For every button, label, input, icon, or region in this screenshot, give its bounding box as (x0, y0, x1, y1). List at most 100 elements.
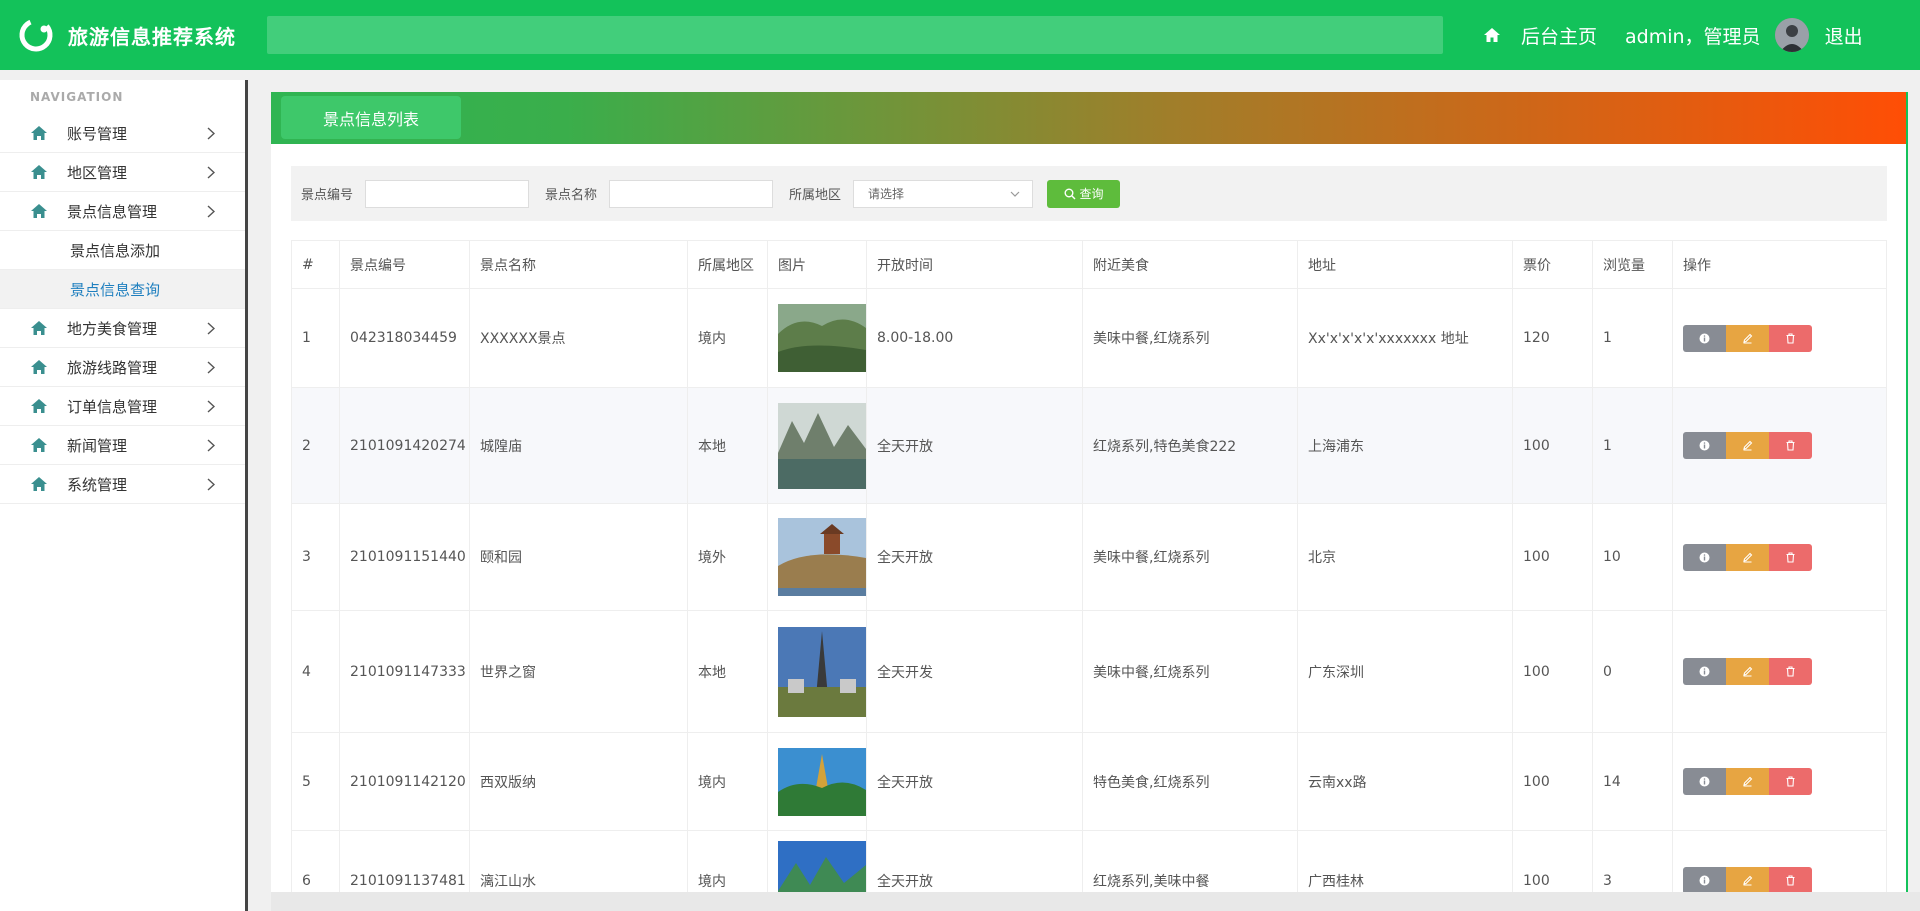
sidebar-item-food[interactable]: 地方美食管理 (0, 309, 245, 348)
region-select-placeholder: 请选择 (868, 187, 905, 201)
main-panel: 景点信息列表 景点编号 景点名称 所属地区 请选择 查询 # 景点编号 景点名称… (271, 92, 1906, 892)
avatar-icon (1774, 18, 1809, 52)
name-input[interactable] (609, 179, 774, 208)
pencil-icon (1743, 552, 1753, 562)
sidebar-item-system[interactable]: 系统管理 (0, 465, 245, 504)
code-input[interactable] (365, 179, 530, 208)
sidebar-item-region[interactable]: 地区管理 (0, 153, 245, 192)
delete-button[interactable] (1769, 432, 1812, 459)
view-button[interactable] (1683, 324, 1726, 352)
sidebar-item-order[interactable]: 订单信息管理 (0, 387, 245, 426)
scenic-thumbnail[interactable] (778, 402, 866, 489)
edit-button[interactable] (1726, 768, 1769, 795)
delete-button[interactable] (1769, 658, 1812, 685)
view-button[interactable] (1683, 867, 1726, 892)
trash-icon (1786, 666, 1795, 677)
edit-button[interactable] (1726, 324, 1769, 352)
cell-price: 100 (1512, 830, 1593, 892)
cell-views: 14 (1592, 732, 1673, 831)
query-button[interactable]: 查询 (1047, 179, 1121, 208)
cell-region: 境内 (687, 732, 768, 831)
search-bar: 景点编号 景点名称 所属地区 请选择 查询 (291, 166, 1887, 221)
cell-price: 100 (1512, 503, 1593, 611)
table-wrapper: # 景点编号 景点名称 所属地区 图片 开放时间 附近美食 地址 票价 浏览量 … (291, 240, 1887, 892)
home-icon (31, 321, 47, 335)
cell-region: 境外 (687, 503, 768, 611)
scenic-thumbnail[interactable] (778, 840, 866, 893)
tab-scenic-list[interactable]: 景点信息列表 (281, 96, 461, 139)
delete-button[interactable] (1769, 324, 1812, 352)
col-hours: 开放时间 (866, 240, 1083, 289)
chevron-right-icon (207, 205, 215, 218)
cell-actions (1672, 387, 1887, 504)
region-select[interactable]: 请选择 (853, 179, 1034, 208)
trash-icon (1786, 551, 1795, 563)
cell-image (767, 503, 867, 611)
chevron-right-icon (207, 166, 215, 179)
scenic-thumbnail[interactable] (778, 747, 866, 816)
col-food: 附近美食 (1082, 240, 1298, 289)
edit-button[interactable] (1726, 658, 1769, 685)
cell-hours: 全天开放 (866, 387, 1083, 504)
sidebar-subitem-scenic-add[interactable]: 景点信息添加 (0, 231, 245, 270)
info-icon (1699, 440, 1710, 451)
delete-button[interactable] (1769, 768, 1812, 795)
cell-code: 2101091147333 (339, 610, 470, 733)
cell-address: 上海浦东 (1297, 387, 1513, 504)
sidebar-item-scenic[interactable]: 景点信息管理 (0, 192, 245, 231)
sidebar-item-news[interactable]: 新闻管理 (0, 426, 245, 465)
home-icon[interactable] (1483, 26, 1501, 44)
sidebar-subitem-scenic-query[interactable]: 景点信息查询 (0, 270, 245, 309)
chevron-right-icon (207, 361, 215, 374)
scenic-thumbnail[interactable] (778, 626, 866, 717)
cell-image (767, 610, 867, 733)
cell-food: 美味中餐,红烧系列 (1082, 610, 1298, 733)
sidebar-item-label: 地区管理 (67, 163, 128, 182)
backend-home-link[interactable]: 后台主页 (1521, 22, 1597, 49)
col-name: 景点名称 (469, 240, 688, 289)
cell-food: 美味中餐,红烧系列 (1082, 503, 1298, 611)
table-row: 6 2101091137481 漓江山水 境内 全天开放 红烧系列,美味中餐 广… (291, 830, 1887, 893)
cell-actions (1672, 503, 1887, 611)
user-label: admin，管理员 (1625, 25, 1761, 48)
sidebar-item-route[interactable]: 旅游线路管理 (0, 348, 245, 387)
brand: 旅游信息推荐系统 (0, 17, 267, 53)
delete-button[interactable] (1769, 867, 1812, 892)
table-header-row: # 景点编号 景点名称 所属地区 图片 开放时间 附近美食 地址 票价 浏览量 … (291, 240, 1887, 289)
home-icon (31, 399, 47, 413)
delete-button[interactable] (1769, 543, 1812, 571)
view-button[interactable] (1683, 658, 1726, 685)
cell-index: 6 (291, 830, 340, 892)
avatar[interactable] (1774, 18, 1809, 52)
table-row: 1 042318034459 XXXXXX景点 境内 8.00-18.00 美味… (291, 288, 1887, 388)
cell-views: 1 (1592, 387, 1673, 504)
col-image: 图片 (767, 240, 867, 289)
edit-button[interactable] (1726, 867, 1769, 892)
cell-name: 世界之窗 (469, 610, 688, 733)
sidebar-item-label: 新闻管理 (67, 436, 128, 455)
view-button[interactable] (1683, 543, 1726, 571)
horizontal-scrollbar[interactable] (271, 892, 1920, 911)
info-icon (1699, 552, 1710, 562)
col-code: 景点编号 (339, 240, 470, 289)
cell-food: 红烧系列,美味中餐 (1082, 830, 1298, 892)
view-button[interactable] (1683, 432, 1726, 459)
edit-button[interactable] (1726, 432, 1769, 459)
cell-hours: 8.00-18.00 (866, 288, 1083, 388)
cell-price: 100 (1512, 610, 1593, 733)
cell-code: 2101091142120 (339, 732, 470, 831)
cell-name: 颐和园 (469, 503, 688, 611)
view-button[interactable] (1683, 768, 1726, 795)
cell-image (767, 732, 867, 831)
scenic-thumbnail[interactable] (778, 304, 866, 372)
logout-link[interactable]: 退出 (1825, 22, 1863, 49)
table-row: 5 2101091142120 西双版纳 境内 全天开放 特色美食,红烧系列 云… (291, 732, 1887, 831)
row-actions (1683, 867, 1886, 892)
code-label: 景点编号 (301, 188, 354, 203)
edit-button[interactable] (1726, 543, 1769, 571)
sidebar-item-account[interactable]: 账号管理 (0, 114, 245, 153)
cell-name: 西双版纳 (469, 732, 688, 831)
scenic-thumbnail[interactable] (778, 518, 866, 596)
home-icon (31, 438, 47, 452)
col-views: 浏览量 (1592, 240, 1673, 289)
